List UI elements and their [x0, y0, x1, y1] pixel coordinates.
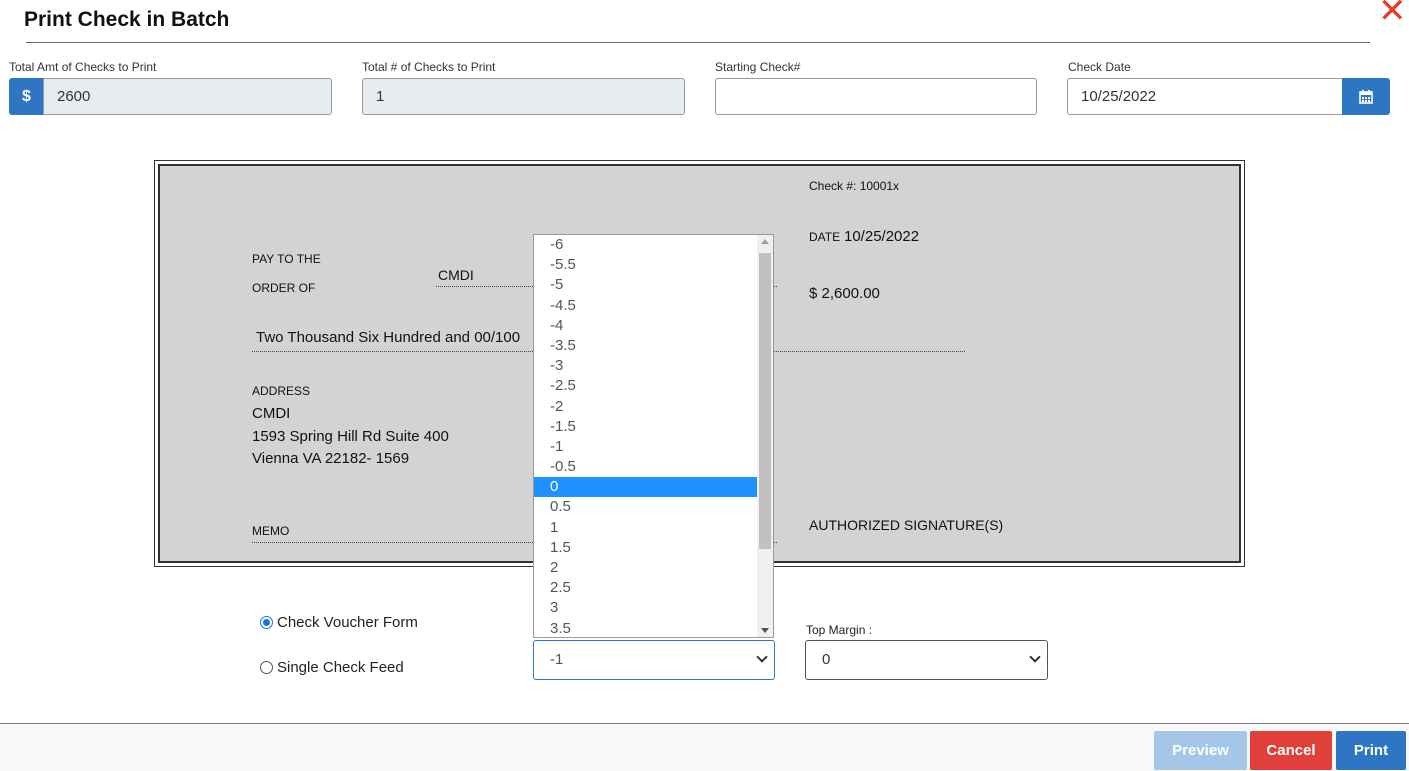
dropdown-option[interactable]: -2.5: [534, 376, 773, 396]
cancel-button[interactable]: Cancel: [1250, 731, 1332, 770]
dropdown-option[interactable]: 0.5: [534, 497, 773, 517]
dropdown-option[interactable]: -4: [534, 316, 773, 336]
dropdown-option[interactable]: 1: [534, 518, 773, 538]
check-date-input[interactable]: 10/25/2022: [1067, 78, 1343, 115]
chevron-down-icon: [756, 651, 768, 663]
address-line-1: 1593 Spring Hill Rd Suite 400: [252, 428, 449, 445]
date-label: DATE: [809, 230, 841, 244]
chevron-down-icon: [1029, 651, 1041, 663]
address-name: CMDI: [252, 405, 291, 422]
dropdown-option[interactable]: -2: [534, 397, 773, 417]
single-feed-label: Single Check Feed: [277, 659, 404, 676]
single-feed-option[interactable]: Single Check Feed: [260, 659, 404, 676]
address-label: ADDRESS: [252, 384, 311, 398]
date-value: 10/25/2022: [844, 228, 920, 245]
dropdown-option[interactable]: -3.5: [534, 336, 773, 356]
dropdown-option[interactable]: -5: [534, 275, 773, 295]
order-of-label: ORDER OF: [252, 281, 316, 295]
voucher-radio[interactable]: [260, 616, 273, 629]
top-margin-select[interactable]: 0: [805, 640, 1048, 680]
left-margin-value: -1: [550, 651, 564, 668]
total-count-label: Total # of Checks to Print: [362, 60, 496, 74]
check-date-label: Check Date: [1068, 60, 1131, 74]
scroll-up-icon[interactable]: [761, 239, 769, 244]
dropdown-option[interactable]: 3: [534, 598, 773, 618]
dropdown-option[interactable]: 3.5: [534, 619, 773, 637]
calendar-icon: [1359, 89, 1373, 104]
calendar-button[interactable]: [1342, 78, 1390, 115]
signature-label: AUTHORIZED SIGNATURE(S): [809, 517, 1004, 533]
total-amt-label: Total Amt of Checks to Print: [9, 60, 157, 74]
voucher-label: Check Voucher Form: [277, 614, 418, 631]
amount-words: Two Thousand Six Hundred and 00/100: [256, 329, 521, 346]
dropdown-option[interactable]: 1.5: [534, 538, 773, 558]
dropdown-option[interactable]: 2: [534, 558, 773, 578]
dialog-title: Print Check in Batch: [24, 8, 230, 31]
single-feed-radio[interactable]: [260, 661, 273, 674]
total-count-field[interactable]: 1: [362, 78, 685, 115]
dropdown-option[interactable]: -6: [534, 235, 773, 255]
title-divider: [26, 42, 1370, 43]
preview-button[interactable]: Preview: [1154, 731, 1247, 770]
dropdown-option[interactable]: -4.5: [534, 296, 773, 316]
dropdown-option[interactable]: 0: [534, 477, 758, 498]
dollar-addon: $: [9, 78, 44, 115]
memo-label: MEMO: [252, 524, 290, 538]
top-margin-label: Top Margin :: [806, 623, 873, 637]
total-amt-field[interactable]: 2600: [43, 78, 332, 115]
address-line-2: Vienna VA 22182- 1569: [252, 450, 410, 467]
starting-check-label: Starting Check#: [715, 60, 801, 74]
dropdown-option[interactable]: -1.5: [534, 417, 773, 437]
dropdown-option[interactable]: -0.5: [534, 457, 773, 477]
dropdown-options: -6 -5.5 -5 -4.5 -4 -3.5 -3 -2.5 -2 -1.5 -1 -0.5 0 0.5…: [534, 235, 773, 637]
close-icon[interactable]: ✕: [1378, 0, 1407, 28]
dropdown-option[interactable]: -1: [534, 437, 773, 457]
dropdown-option[interactable]: 2.5: [534, 578, 773, 598]
amount-value: $ 2,600.00: [809, 285, 880, 302]
voucher-option[interactable]: Check Voucher Form: [260, 614, 418, 631]
margin-dropdown-list[interactable]: -6 -5.5 -5 -4.5 -4 -3.5 -3 -2.5 -2 -1.5 -1 -0.5 0 0.5…: [533, 234, 774, 638]
scroll-down-icon[interactable]: [761, 628, 769, 633]
left-margin-select[interactable]: -1: [533, 640, 775, 680]
dropdown-option[interactable]: -3: [534, 356, 773, 376]
scroll-thumb[interactable]: [759, 253, 771, 549]
payee-name: CMDI: [438, 267, 474, 283]
dropdown-scrollbar[interactable]: [757, 235, 773, 637]
top-margin-value: 0: [822, 651, 831, 668]
check-number: Check #: 10001x: [809, 179, 900, 193]
dropdown-option[interactable]: -5.5: [534, 255, 773, 275]
print-button[interactable]: Print: [1336, 731, 1406, 770]
starting-check-input[interactable]: [715, 78, 1037, 115]
pay-to-label: PAY TO THE: [252, 252, 321, 266]
